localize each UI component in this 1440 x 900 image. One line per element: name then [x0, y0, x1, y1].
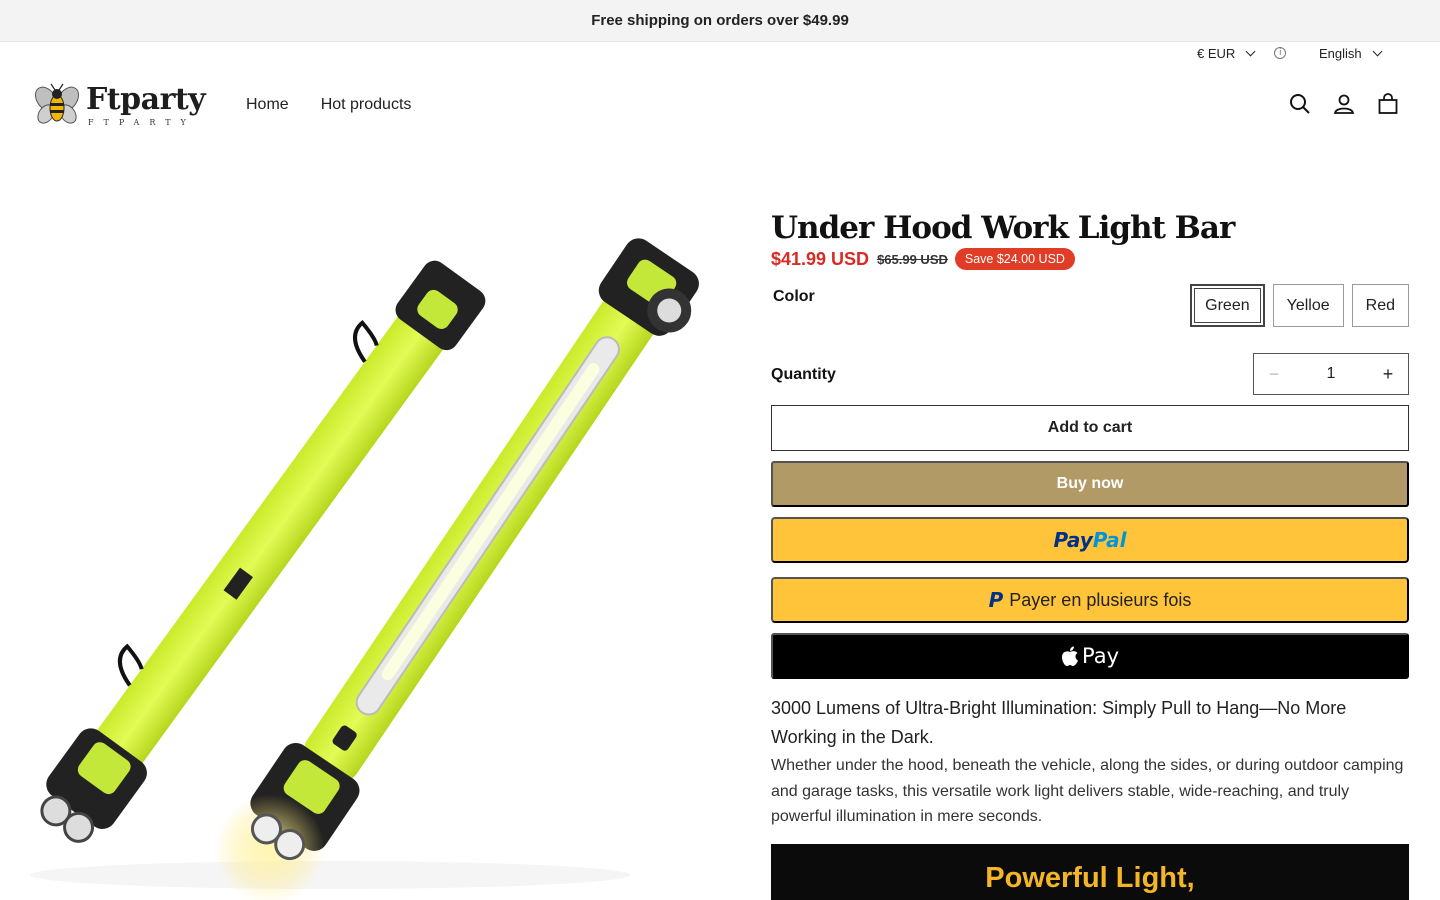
product-title: Under Hood Work Light Bar: [771, 210, 1235, 246]
product-image[interactable]: [30, 210, 730, 900]
account-icon[interactable]: [1332, 92, 1356, 116]
product-info: Under Hood Work Light Bar $41.99 USD $65…: [771, 208, 1409, 900]
color-label: Color: [773, 288, 815, 305]
logo-wordmark: Ftparty: [86, 82, 206, 117]
header-icons: [1288, 92, 1400, 116]
nav-item-home[interactable]: Home: [246, 96, 289, 114]
color-option-red[interactable]: Red: [1351, 284, 1409, 327]
paypal-logo-pay: Pay: [1053, 528, 1093, 552]
buy-now-button[interactable]: Buy now: [771, 461, 1409, 507]
announcement-bar: Free shipping on orders over $49.99: [0, 0, 1440, 42]
quantity-input[interactable]: 1: [1327, 365, 1336, 383]
add-to-cart-button[interactable]: Add to cart: [771, 405, 1409, 451]
apple-pay-button[interactable]: Pay: [771, 633, 1409, 679]
paypal-icon: P: [988, 588, 1004, 612]
logo-subtext: FTPARTY: [88, 118, 196, 127]
main-nav: Home Hot products: [246, 96, 411, 114]
banner-text: Powerful Light,: [985, 862, 1195, 894]
chevron-down-icon: [1372, 46, 1383, 56]
quantity-label: Quantity: [771, 366, 836, 383]
description-heading: 3000 Lumens of Ultra-Bright Illumination…: [771, 698, 1347, 747]
color-option-yelloe[interactable]: Yelloe: [1272, 284, 1344, 327]
sale-price: $41.99 USD: [771, 248, 870, 269]
description-body: Whether under the hood, beneath the vehi…: [771, 757, 1404, 825]
announcement-text: Free shipping on orders over $49.99: [591, 12, 849, 29]
currency-label: € EUR: [1197, 45, 1236, 61]
site-logo[interactable]: Ftparty FTPARTY: [32, 80, 206, 132]
search-icon[interactable]: [1288, 92, 1312, 116]
minus-icon[interactable]: −: [1254, 354, 1294, 394]
currency-selector[interactable]: € EUR i: [1197, 44, 1287, 62]
quantity-stepper: − 1 +: [1253, 353, 1409, 395]
apple-icon: [1061, 646, 1078, 666]
cart-icon[interactable]: [1376, 92, 1400, 116]
apple-pay-label: Pay: [1081, 644, 1120, 668]
plus-icon[interactable]: +: [1368, 354, 1408, 394]
nav-item-hot-products[interactable]: Hot products: [321, 96, 412, 114]
language-selector[interactable]: English: [1319, 44, 1383, 62]
bee-logo-icon: [35, 83, 79, 124]
save-badge: Save $24.00 USD: [954, 248, 1075, 270]
promo-banner: Powerful Light,: [771, 844, 1409, 900]
paypal-button[interactable]: Pay Pal: [771, 517, 1409, 563]
info-icon[interactable]: i: [1274, 47, 1287, 59]
color-options: Green Yelloe Red: [1190, 284, 1409, 327]
chevron-down-icon: [1245, 46, 1256, 56]
paypal-logo-pal: Pal: [1092, 528, 1127, 552]
language-label: English: [1319, 45, 1362, 61]
pay-later-label: Payer en plusieurs fois: [1009, 589, 1192, 610]
price-row: $41.99 USD $65.99 USD Save $24.00 USD: [771, 248, 1409, 270]
color-option-green[interactable]: Green: [1190, 284, 1265, 327]
compare-price: $65.99 USD: [877, 251, 948, 267]
paypal-pay-later-button[interactable]: P Payer en plusieurs fois: [771, 577, 1409, 623]
